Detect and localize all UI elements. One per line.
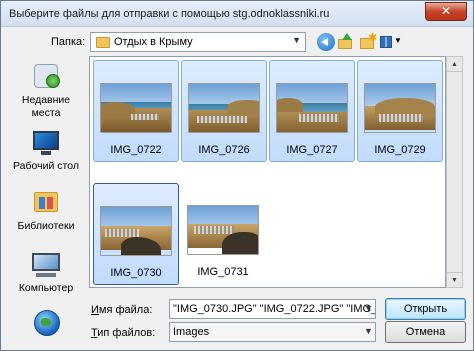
place-desktop[interactable]: Рабочий стол — [7, 126, 85, 173]
title-bar: Выберите файлы для отправки с помощью st… — [1, 1, 473, 27]
recent-places-icon — [30, 60, 62, 92]
file-tile[interactable]: IMG_0727 — [269, 60, 355, 162]
look-in-label: Папка: — [51, 36, 86, 48]
image-thumbnail — [364, 83, 436, 133]
place-label: Библиотеки — [17, 220, 75, 232]
chevron-down-icon[interactable]: ▼ — [364, 326, 373, 336]
file-name: IMG_0731 — [197, 266, 249, 278]
places-bar: Недавние места Рабочий стол Библиотеки К… — [7, 56, 85, 349]
file-tile[interactable]: IMG_0722 — [93, 60, 179, 162]
scroll-up-arrow-icon[interactable]: ▲ — [447, 57, 462, 72]
file-tile[interactable]: IMG_0726 — [181, 60, 267, 162]
views-menu-icon[interactable]: ▼ — [378, 33, 402, 51]
file-tile[interactable]: IMG_0731 — [181, 183, 267, 285]
file-type-label: Тип файлов: — [91, 327, 156, 339]
computer-icon — [30, 248, 62, 280]
image-thumbnail — [187, 205, 259, 255]
place-network[interactable] — [7, 308, 85, 340]
place-libraries[interactable]: Библиотеки — [7, 186, 85, 233]
folder-icon — [96, 37, 110, 48]
place-computer[interactable]: Компьютер — [7, 248, 85, 295]
chevron-down-icon[interactable]: ▼ — [292, 35, 301, 45]
file-name: IMG_0727 — [286, 144, 338, 156]
file-type-dropdown[interactable]: Images — [169, 322, 376, 342]
image-thumbnail — [100, 206, 172, 256]
file-tile[interactable]: IMG_0729 — [357, 60, 443, 162]
image-thumbnail — [188, 83, 260, 133]
file-open-dialog: Выберите файлы для отправки с помощью st… — [0, 0, 474, 351]
place-recent[interactable]: Недавние места — [7, 60, 85, 120]
file-list-view[interactable]: IMG_0722 IMG_0726 IMG_0727 IMG_0729 IMG_… — [89, 56, 446, 288]
network-icon — [30, 308, 62, 340]
back-icon[interactable] — [317, 33, 335, 51]
cancel-button[interactable]: Отмена — [385, 321, 466, 343]
file-tile[interactable]: IMG_0730 — [93, 183, 179, 285]
image-thumbnail — [276, 83, 348, 133]
file-name: IMG_0722 — [110, 144, 162, 156]
scroll-down-arrow-icon[interactable]: ▼ — [447, 272, 462, 287]
libraries-icon — [30, 186, 62, 218]
file-type-label-rest: ип файлов: — [97, 327, 156, 339]
desktop-icon — [30, 126, 62, 158]
look-in-dropdown[interactable]: Отдых в Крыму ▼ — [90, 32, 306, 52]
look-in-value: Отдых в Крыму — [114, 36, 193, 48]
open-button[interactable]: Открыть — [385, 298, 466, 320]
file-name-label-rest: мя файла: — [98, 304, 153, 316]
file-name: IMG_0726 — [198, 144, 250, 156]
vertical-scrollbar[interactable]: ▲ ▼ — [446, 56, 463, 288]
file-name-input[interactable]: "IMG_0730.JPG" "IMG_0722.JPG" "IMG_0726 — [169, 299, 376, 319]
file-name-label: Имя файла: — [91, 304, 153, 316]
new-folder-icon[interactable]: ✱ — [358, 32, 377, 51]
up-folder-icon[interactable] — [337, 33, 355, 51]
window-title: Выберите файлы для отправки с помощью st… — [9, 8, 330, 20]
place-label: Недавние места — [21, 94, 71, 119]
file-name: IMG_0730 — [110, 267, 162, 279]
file-name: IMG_0729 — [374, 144, 426, 156]
chevron-down-icon[interactable]: ▼ — [364, 303, 373, 313]
place-label: Компьютер — [18, 282, 74, 294]
close-button[interactable]: ✕ — [425, 2, 467, 21]
image-thumbnail — [100, 83, 172, 133]
place-label: Рабочий стол — [13, 160, 79, 172]
